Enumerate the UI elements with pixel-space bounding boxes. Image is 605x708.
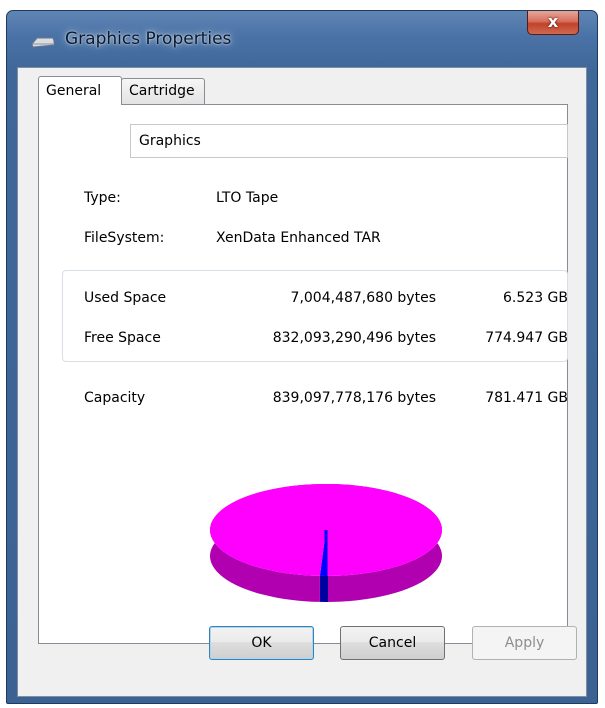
free-space-label: Free Space bbox=[84, 330, 161, 346]
title-bar[interactable]: Graphics Properties x bbox=[7, 11, 597, 67]
type-label: Type: bbox=[84, 190, 121, 206]
type-value: LTO Tape bbox=[216, 190, 279, 206]
filesystem-label: FileSystem: bbox=[84, 230, 165, 246]
capacity-label: Capacity bbox=[84, 390, 146, 406]
capacity-bytes: 839,097,778,176 bytes bbox=[272, 390, 436, 406]
volume-name-field[interactable]: Graphics bbox=[130, 124, 568, 158]
free-space-gb: 774.947 GB bbox=[485, 330, 568, 346]
disk-usage-pie-chart bbox=[209, 484, 442, 602]
cancel-button[interactable]: Cancel bbox=[340, 626, 445, 660]
free-space-bytes: 832,093,290,496 bytes bbox=[272, 330, 436, 346]
dialog-client: General Cartridge Graphics Type: LTO Tap… bbox=[17, 67, 587, 697]
capacity-gb: 781.471 GB bbox=[485, 390, 568, 406]
tab-cartridge[interactable]: Cartridge bbox=[121, 78, 205, 104]
drive-icon bbox=[31, 37, 55, 48]
used-space-label: Used Space bbox=[84, 290, 167, 306]
close-button[interactable]: x bbox=[527, 11, 579, 35]
apply-button[interactable]: Apply bbox=[472, 626, 577, 660]
tab-general[interactable]: General bbox=[38, 76, 122, 105]
properties-window: Graphics Properties x General Cartridge … bbox=[6, 10, 598, 704]
used-space-gb: 6.523 GB bbox=[503, 290, 568, 306]
filesystem-value: XenData Enhanced TAR bbox=[216, 230, 381, 246]
window-title: Graphics Properties bbox=[65, 29, 232, 49]
used-space-bytes: 7,004,487,680 bytes bbox=[290, 290, 436, 306]
ok-button[interactable]: OK bbox=[209, 626, 314, 660]
space-group-box bbox=[62, 270, 568, 362]
